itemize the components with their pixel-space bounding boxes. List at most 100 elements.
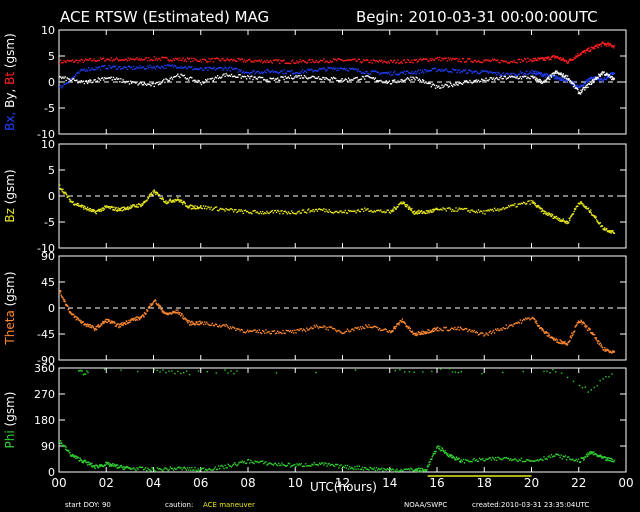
data-point bbox=[409, 329, 411, 331]
data-point bbox=[545, 213, 547, 216]
data-point bbox=[475, 70, 478, 73]
data-point bbox=[613, 78, 616, 80]
data-point bbox=[79, 457, 81, 459]
data-point bbox=[592, 332, 594, 334]
data-point bbox=[248, 75, 250, 78]
data-point bbox=[286, 464, 289, 467]
data-point bbox=[138, 58, 140, 60]
data-point bbox=[147, 65, 149, 67]
data-point bbox=[214, 69, 217, 71]
data-point bbox=[401, 62, 403, 64]
x-tick-label: 18 bbox=[477, 476, 492, 490]
data-point bbox=[417, 333, 419, 336]
data-point bbox=[406, 70, 409, 72]
data-point bbox=[385, 469, 387, 471]
data-point bbox=[518, 322, 520, 324]
data-point bbox=[239, 330, 241, 332]
data-point bbox=[401, 318, 403, 320]
data-point bbox=[426, 71, 428, 73]
data-point bbox=[182, 57, 184, 59]
data-point bbox=[77, 456, 80, 459]
data-point bbox=[162, 198, 164, 201]
data-point bbox=[313, 76, 315, 78]
data-point bbox=[530, 72, 532, 74]
data-point bbox=[124, 322, 126, 324]
y-axis-label: Bx, By, Bt (gsm) bbox=[3, 33, 17, 131]
data-point bbox=[369, 73, 371, 75]
data-point bbox=[440, 70, 442, 72]
data-point bbox=[398, 74, 400, 76]
data-point bbox=[398, 324, 400, 326]
data-point bbox=[132, 68, 134, 70]
data-point bbox=[111, 206, 113, 209]
data-point bbox=[499, 329, 501, 331]
data-point bbox=[90, 58, 92, 60]
data-point bbox=[118, 326, 120, 329]
data-point bbox=[242, 71, 244, 73]
data-point bbox=[115, 57, 118, 59]
data-point bbox=[462, 58, 465, 60]
data-point bbox=[525, 58, 527, 60]
data-point bbox=[426, 212, 429, 214]
data-point bbox=[184, 65, 186, 68]
data-point bbox=[558, 58, 561, 60]
data-point bbox=[226, 467, 228, 469]
data-point bbox=[139, 318, 141, 321]
data-point bbox=[272, 212, 275, 214]
data-point bbox=[177, 197, 179, 199]
data-point bbox=[455, 459, 457, 461]
data-point bbox=[99, 57, 102, 59]
data-point bbox=[223, 73, 225, 75]
data-point bbox=[315, 324, 318, 326]
data-point bbox=[445, 326, 447, 329]
data-point bbox=[548, 76, 550, 78]
data-point bbox=[212, 80, 214, 82]
data-point bbox=[317, 327, 320, 329]
data-point bbox=[495, 456, 497, 459]
data-point bbox=[283, 69, 285, 71]
data-point bbox=[84, 459, 87, 462]
data-point bbox=[324, 326, 326, 328]
data-point bbox=[157, 303, 160, 305]
data-point bbox=[162, 197, 164, 199]
data-point bbox=[221, 76, 223, 78]
data-point bbox=[304, 330, 307, 332]
data-point bbox=[264, 332, 266, 334]
data-point bbox=[611, 351, 613, 354]
data-point bbox=[326, 69, 328, 71]
data-point bbox=[188, 57, 191, 59]
data-point bbox=[143, 82, 146, 84]
data-point bbox=[115, 325, 117, 328]
data-point bbox=[565, 80, 568, 83]
data-point bbox=[429, 460, 431, 463]
data-point bbox=[211, 77, 213, 79]
data-point bbox=[286, 213, 289, 215]
data-point bbox=[264, 70, 266, 72]
data-point bbox=[584, 89, 586, 91]
data-point bbox=[514, 203, 516, 205]
data-point bbox=[561, 458, 563, 460]
data-point bbox=[155, 193, 157, 196]
data-point bbox=[612, 230, 614, 232]
data-point bbox=[573, 85, 576, 87]
data-point bbox=[185, 469, 188, 471]
data-point bbox=[422, 333, 424, 335]
data-point bbox=[361, 61, 364, 63]
data-point bbox=[431, 58, 433, 60]
data-point bbox=[448, 456, 450, 458]
data-point bbox=[59, 184, 61, 186]
data-point bbox=[367, 208, 369, 210]
data-point bbox=[328, 209, 330, 211]
data-point bbox=[114, 65, 117, 68]
data-point bbox=[562, 79, 564, 81]
data-point bbox=[493, 79, 496, 81]
data-point bbox=[371, 62, 373, 64]
data-point bbox=[117, 464, 119, 466]
data-point bbox=[156, 65, 159, 67]
data-point bbox=[143, 58, 146, 61]
data-point bbox=[579, 92, 581, 94]
data-point bbox=[354, 210, 356, 212]
data-point bbox=[485, 77, 487, 79]
data-point bbox=[492, 329, 495, 332]
data-point bbox=[516, 76, 518, 78]
